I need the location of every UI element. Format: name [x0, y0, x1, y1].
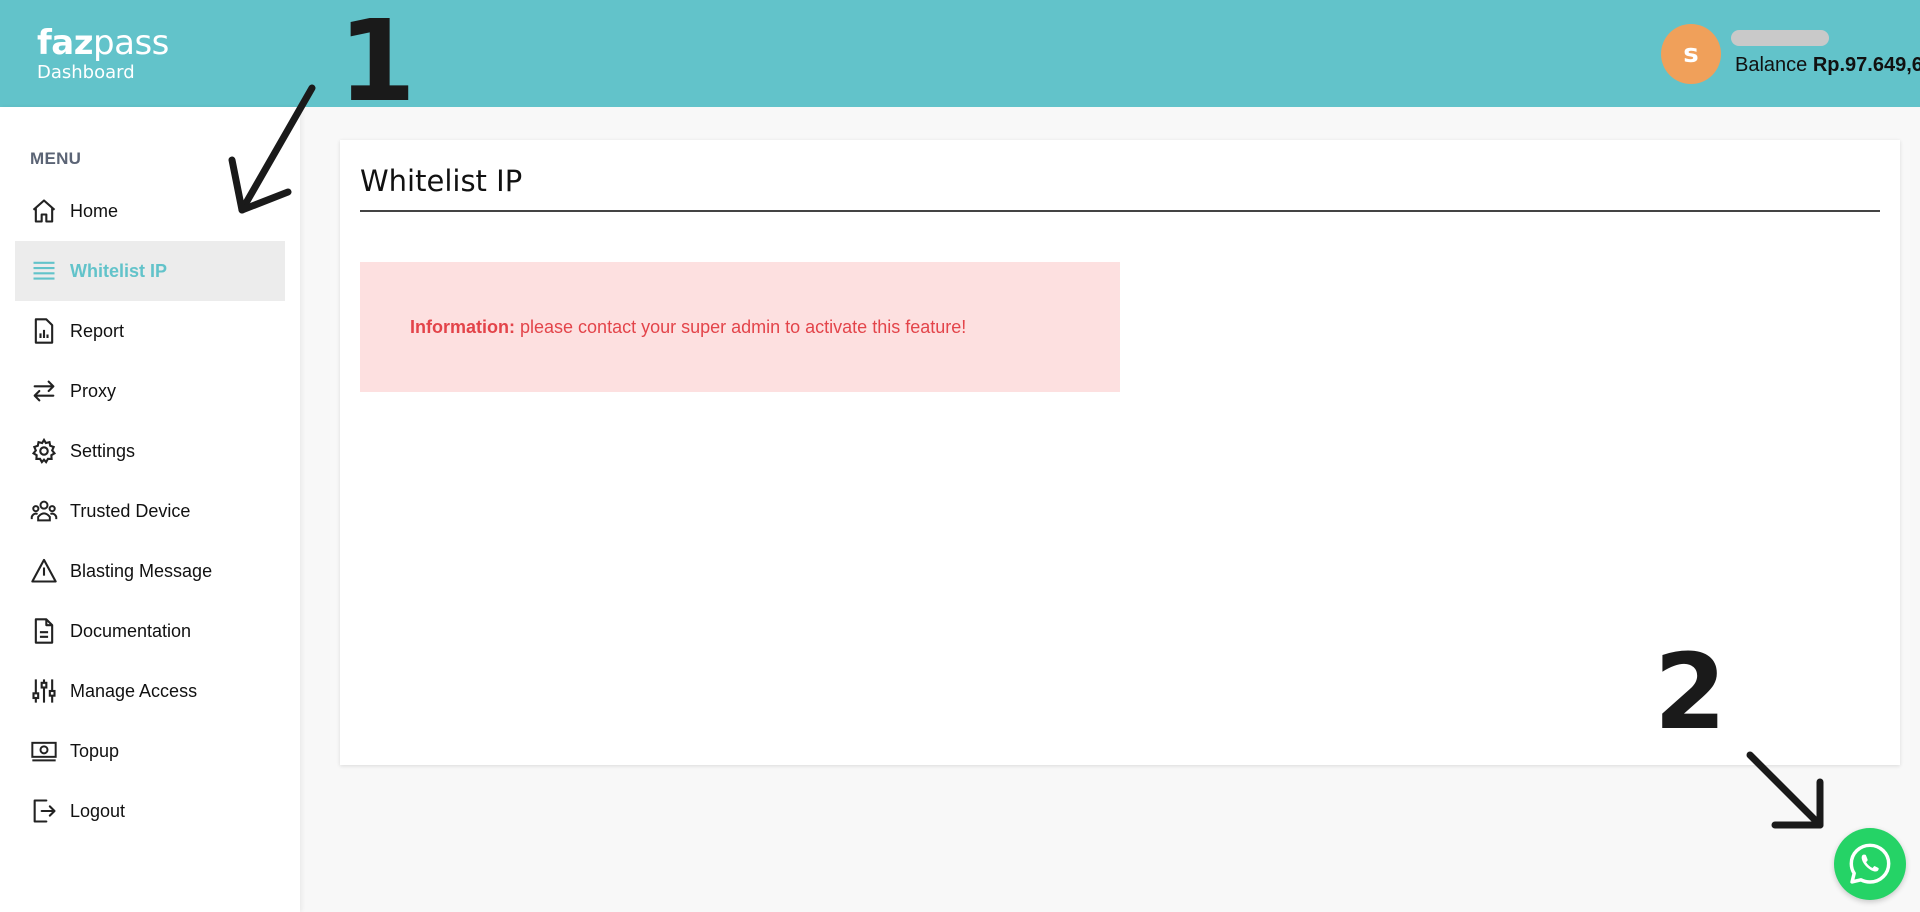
sidebar-item-label: Whitelist IP [70, 260, 168, 281]
warning-triangle-icon [30, 557, 58, 585]
logo-subtitle: Dashboard [37, 62, 135, 83]
sidebar-item-label: Manage Access [70, 680, 198, 701]
sidebar-item-settings[interactable]: Settings [15, 421, 285, 481]
report-icon [30, 317, 58, 345]
sidebar-nav: Home Whitelist IP Report Proxy Settings [15, 181, 285, 841]
sidebar-item-home[interactable]: Home [15, 181, 285, 241]
users-group-icon [30, 497, 58, 525]
info-alert: Information: please contact your super a… [360, 262, 1120, 392]
document-icon [30, 617, 58, 645]
alert-text: Information: please contact your super a… [410, 317, 966, 338]
whatsapp-icon [1847, 841, 1893, 887]
menu-title: MENU [30, 149, 82, 168]
sidebar-item-topup[interactable]: Topup [15, 721, 285, 781]
sidebar-item-label: Logout [70, 800, 126, 821]
sidebar-item-label: Topup [70, 740, 120, 761]
logout-icon [30, 797, 58, 825]
money-icon [30, 737, 58, 765]
sidebar-item-label: Blasting Message [70, 560, 213, 581]
sidebar: MENU Home Whitelist IP Report Proxy Sett… [0, 107, 300, 912]
balance-display: Balance Rp.97.649,67 [1735, 54, 1920, 77]
alert-message: please contact your super admin to activ… [515, 316, 967, 337]
sidebar-item-trusted-device[interactable]: Trusted Device [15, 481, 285, 541]
alert-label: Information: [410, 316, 515, 337]
avatar[interactable]: s [1661, 24, 1721, 84]
gear-icon [30, 437, 58, 465]
title-divider [360, 210, 1880, 212]
sidebar-item-label: Home [70, 200, 119, 221]
sidebar-item-proxy[interactable]: Proxy [15, 361, 285, 421]
page-title: Whitelist IP [360, 164, 523, 198]
sidebar-item-label: Settings [70, 440, 136, 461]
fazpass-logo[interactable]: fazpass Dashboard [37, 24, 169, 83]
sidebar-item-label: Trusted Device [70, 500, 191, 521]
content-card: Whitelist IP Information: please contact… [340, 140, 1900, 765]
sidebar-item-manage-access[interactable]: Manage Access [15, 661, 285, 721]
home-icon [30, 197, 58, 225]
swap-arrows-icon [30, 377, 58, 405]
whatsapp-chat-button[interactable] [1834, 828, 1906, 900]
list-icon [30, 257, 58, 285]
user-menu[interactable]: s Balance Rp.97.649,67 [1661, 24, 1920, 84]
sidebar-item-report[interactable]: Report [15, 301, 285, 361]
balance-label: Balance [1735, 54, 1808, 76]
sidebar-item-logout[interactable]: Logout [15, 781, 285, 841]
sliders-icon [30, 677, 58, 705]
sidebar-item-whitelist-ip[interactable]: Whitelist IP [15, 241, 285, 301]
username-redacted [1731, 30, 1829, 46]
sidebar-item-label: Report [70, 320, 125, 341]
balance-amount: Rp.97.649,67 [1812, 54, 1920, 76]
sidebar-item-documentation[interactable]: Documentation [15, 601, 285, 661]
sidebar-item-blasting-message[interactable]: Blasting Message [15, 541, 285, 601]
logo-wordmark: fazpass [37, 23, 169, 63]
top-header: fazpass Dashboard s Balance Rp.97.649,67 [0, 0, 1920, 107]
sidebar-item-label: Proxy [70, 380, 117, 401]
sidebar-item-label: Documentation [70, 620, 192, 641]
